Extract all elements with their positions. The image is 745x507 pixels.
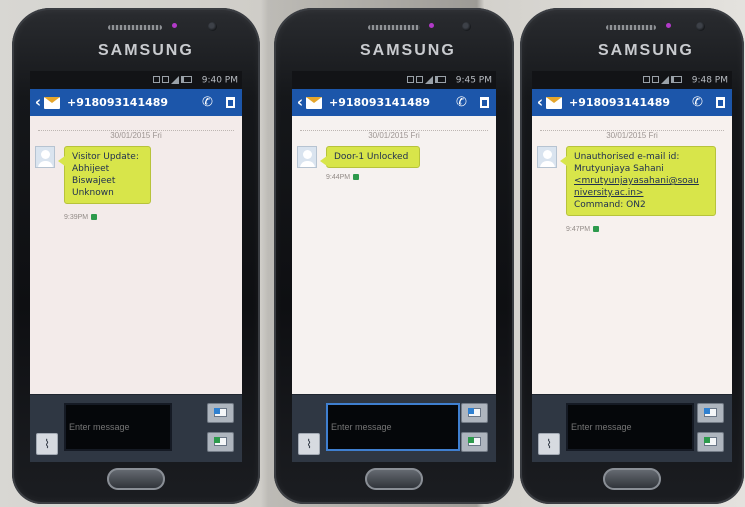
paperclip-icon[interactable]: ⌇ [538,433,560,455]
conversation-header: ‹ +918093141489 ✆ [30,89,242,116]
envelope-icon [44,96,60,109]
message-line: Unknown [72,188,114,198]
compose-bar: ⌇ [30,394,242,462]
delivery-phone-icon [593,226,600,233]
date-label: 30/01/2015 Fri [364,131,424,140]
home-button[interactable] [365,468,423,490]
phone-screen: 9:45 PM ‹ +918093141489 ✆ 30/01/2015 Fri… [292,71,496,462]
phone-icon[interactable]: ✆ [197,89,218,116]
message-timestamp: 9:44PM [326,174,360,181]
earpiece-speaker [108,25,162,30]
status-icons [642,71,684,89]
send-sms-icon[interactable] [461,432,488,452]
contact-avatar-icon[interactable] [35,146,55,168]
date-divider: 30/01/2015 Fri [540,123,724,140]
send-message-icon[interactable] [207,403,234,423]
send-message-icon[interactable] [461,403,488,423]
samsung-phone-2: SAMSUNG 9:45 PM ‹ +918093141489 ✆ 30/01/… [274,8,514,504]
message-timestamp: 9:47PM [566,226,600,233]
back-arrow-icon[interactable]: ‹ [534,89,546,116]
email-link[interactable]: <mrutyunjayasahani@soau [574,175,707,187]
send-message-icon[interactable] [697,403,724,423]
paperclip-icon[interactable]: ⌇ [36,433,58,455]
proximity-sensor [429,23,434,28]
earpiece-speaker [368,25,420,30]
front-camera [208,22,217,31]
status-time: 9:40 PM [201,75,238,86]
status-icons [152,71,194,89]
status-bar: 9:40 PM [30,71,242,89]
samsung-phone-3: SAMSUNG 9:48 PM ‹ +918093141489 ✆ 30/01/… [520,8,744,504]
message-input[interactable] [566,403,694,451]
conversation-header: ‹ +918093141489 ✆ [292,89,496,116]
timestamp-text: 9:47PM [566,226,591,233]
home-button[interactable] [603,468,661,490]
compose-bar: ⌇ [532,394,732,462]
trash-icon[interactable] [708,89,732,116]
proximity-sensor [172,23,177,28]
message-line: Unauthorised e-mail id: [574,152,680,162]
proximity-sensor [666,23,671,28]
message-line: Biswajeet [72,176,116,186]
trash-icon[interactable] [472,89,496,116]
brand-logo: SAMSUNG [598,42,694,59]
message-bubble[interactable]: Unauthorised e-mail id: Mrutyunjaya Saha… [560,146,716,216]
status-icons [406,71,448,89]
phone-screen: 9:40 PM ‹ +918093141489 ✆ 30/01/2015 Fri… [30,71,242,462]
date-divider: 30/01/2015 Fri [300,123,488,140]
status-bar: 9:45 PM [292,71,496,89]
send-sms-icon[interactable] [207,432,234,452]
message-line: Command: ON2 [574,200,646,210]
date-label: 30/01/2015 Fri [602,131,662,140]
front-camera [696,22,705,31]
contact-number: +918093141489 [569,96,671,109]
home-button[interactable] [107,468,165,490]
paperclip-icon[interactable]: ⌇ [298,433,320,455]
message-line: Visitor Update: [72,152,139,162]
timestamp-text: 9:44PM [326,174,351,181]
date-label: 30/01/2015 Fri [106,131,166,140]
trash-icon[interactable] [218,89,242,116]
message-bubble[interactable]: Door-1 Unlocked [320,146,420,168]
message-input[interactable] [326,403,460,451]
send-sms-icon[interactable] [697,432,724,452]
message-input[interactable] [64,403,172,451]
delivery-phone-icon [353,174,360,181]
back-arrow-icon[interactable]: ‹ [294,89,306,116]
conversation-header: ‹ +918093141489 ✆ [532,89,732,116]
brand-logo: SAMSUNG [360,42,456,59]
phone-icon[interactable]: ✆ [687,89,708,116]
phone-screen: 9:48 PM ‹ +918093141489 ✆ 30/01/2015 Fri… [532,71,732,462]
envelope-icon [306,96,322,109]
phone-icon[interactable]: ✆ [451,89,472,116]
status-bar: 9:48 PM [532,71,732,89]
date-divider: 30/01/2015 Fri [38,123,234,140]
brand-logo: SAMSUNG [98,42,194,59]
status-time: 9:45 PM [455,75,492,86]
email-link[interactable]: niversity.ac.in> [574,187,707,199]
earpiece-speaker [606,25,656,30]
delivery-phone-icon [91,214,98,221]
front-camera [462,22,471,31]
message-line: Mrutyunjaya Sahani [574,164,664,174]
contact-avatar-icon[interactable] [297,146,317,168]
samsung-phone-1: SAMSUNG 9:40 PM ‹ +918093141489 ✆ 30/01/… [12,8,260,504]
message-bubble[interactable]: Visitor Update: Abhijeet Biswajeet Unkno… [58,146,151,204]
back-arrow-icon[interactable]: ‹ [32,89,44,116]
envelope-icon [546,96,562,109]
compose-bar: ⌇ [292,394,496,462]
status-time: 9:48 PM [691,75,728,86]
message-line: Abhijeet [72,164,110,174]
message-line: Door-1 Unlocked [334,152,409,162]
contact-avatar-icon[interactable] [537,146,557,168]
contact-number: +918093141489 [329,96,431,109]
timestamp-text: 9:39PM [64,214,89,221]
message-timestamp: 9:39PM [64,214,98,221]
contact-number: +918093141489 [67,96,169,109]
